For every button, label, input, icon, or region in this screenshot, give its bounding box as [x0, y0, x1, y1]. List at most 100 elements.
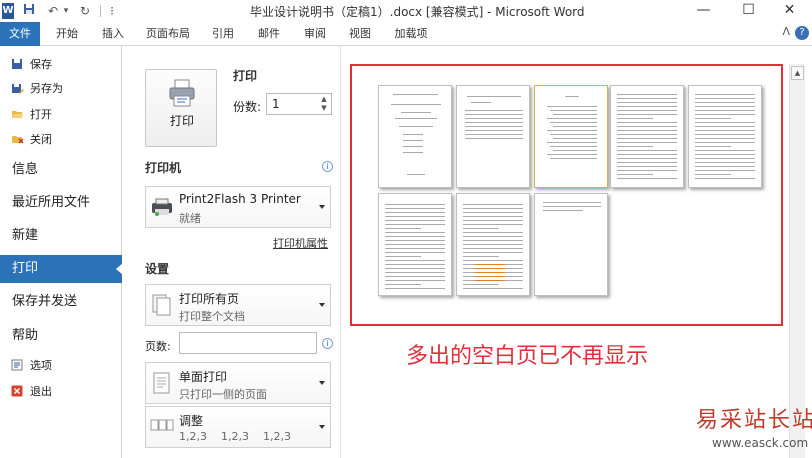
- thumbnail-text-line: [550, 146, 597, 147]
- thumbnail-text-line: [695, 154, 755, 155]
- thumbnail-text-line: [385, 256, 421, 257]
- nav-save-send[interactable]: 保存并发送: [0, 288, 122, 316]
- thumbnail-text-line: [385, 216, 445, 217]
- watermark-logo: 易采站长站 www.easck.com: [676, 402, 812, 458]
- nav-new[interactable]: 新建: [0, 222, 122, 250]
- spin-down-icon[interactable]: ▼: [319, 104, 329, 113]
- save-as-icon: [10, 82, 24, 96]
- print-range-dropdown[interactable]: 打印所有页 打印整个文档: [145, 284, 331, 326]
- pages-info-icon[interactable]: i: [322, 338, 333, 349]
- thumbnail-text-line: [403, 134, 423, 135]
- page-thumbnail[interactable]: [534, 85, 608, 188]
- nav-info[interactable]: 信息: [0, 156, 122, 184]
- page-thumbnail[interactable]: [378, 193, 452, 296]
- tab-review[interactable]: 审阅: [298, 22, 332, 46]
- thumbnail-text-line: [385, 228, 421, 229]
- chevron-down-icon: [319, 381, 325, 385]
- nav-recent[interactable]: 最近所用文件: [0, 189, 122, 217]
- thumbnail-text-line: [385, 224, 445, 225]
- customize-qat-icon[interactable]: ⁝: [103, 2, 121, 20]
- tab-file[interactable]: 文件: [0, 22, 40, 46]
- nav-options[interactable]: 选项: [0, 355, 122, 377]
- page-thumbnail[interactable]: [610, 85, 684, 188]
- thumbnail-text-line: [395, 118, 437, 119]
- thumbnail-text-line: [617, 166, 677, 167]
- print-button[interactable]: 打印: [145, 69, 217, 147]
- sides-sub: 只打印一侧的页面: [179, 388, 267, 401]
- tab-view[interactable]: 视图: [343, 22, 377, 46]
- thumbnail-text-line: [617, 106, 677, 107]
- thumbnail-text-line: [385, 272, 445, 273]
- close-button[interactable]: ✕: [767, 0, 812, 22]
- collate-icon: [150, 419, 174, 431]
- help-icon[interactable]: ?: [795, 26, 809, 40]
- preview-scrollbar[interactable]: ▲: [789, 64, 805, 458]
- word-app-icon[interactable]: W: [2, 3, 14, 19]
- window-title: 毕业设计说明书（定稿1）.docx [兼容模式] - Microsoft Wor…: [250, 5, 585, 19]
- pages-input[interactable]: [179, 332, 317, 354]
- tab-page-layout[interactable]: 页面布局: [142, 22, 194, 46]
- page-thumbnail[interactable]: [456, 193, 530, 296]
- redo-icon[interactable]: ↻: [76, 2, 94, 20]
- thumbnail-text-line: [553, 126, 597, 127]
- minimize-button[interactable]: —: [681, 0, 726, 22]
- pages-icon: [152, 294, 171, 316]
- page-thumbnail[interactable]: [688, 85, 762, 188]
- thumbnail-text-line: [391, 104, 441, 105]
- nav-open[interactable]: 打开: [0, 104, 122, 126]
- thumbnail-text-line: [385, 204, 445, 205]
- undo-dropdown-icon[interactable]: ▾: [62, 2, 70, 20]
- maximize-button[interactable]: ☐: [726, 0, 771, 22]
- collapse-ribbon-icon[interactable]: ᐱ: [782, 25, 790, 38]
- print-settings-panel: 打印 打印 份数: 1 ▲ ▼ 打印机 i Print2Flash 3 Prin…: [123, 46, 341, 458]
- printer-info-icon[interactable]: i: [322, 161, 333, 172]
- copies-value: 1: [272, 97, 280, 111]
- thumbnail-text-line: [547, 106, 597, 107]
- page-thumbnail[interactable]: [456, 85, 530, 188]
- undo-icon[interactable]: ↶: [44, 2, 62, 20]
- page-thumbnail[interactable]: [534, 193, 608, 296]
- chevron-down-icon: [319, 205, 325, 209]
- save-icon[interactable]: [20, 2, 38, 20]
- thumbnail-text-line: [465, 118, 523, 119]
- printer-icon: [169, 79, 195, 107]
- thumbnail-text-line: [463, 244, 523, 245]
- printer-properties-link[interactable]: 打印机属性: [273, 235, 328, 251]
- nav-help[interactable]: 帮助: [0, 322, 122, 350]
- copies-stepper[interactable]: 1 ▲ ▼: [266, 93, 332, 115]
- thumbnail-text-line: [547, 154, 597, 155]
- thumbnail-text-line: [617, 126, 677, 127]
- thumbnail-text-line: [385, 232, 445, 233]
- thumbnail-text-line: [695, 162, 755, 163]
- nav-close[interactable]: 关闭: [0, 129, 122, 151]
- spin-up-icon[interactable]: ▲: [319, 95, 329, 104]
- thumbnail-text-line: [385, 268, 445, 269]
- close-folder-icon: [10, 133, 24, 147]
- thumbnail-text-line: [617, 142, 677, 143]
- thumbnail-text-line: [565, 96, 579, 97]
- nav-exit[interactable]: 退出: [0, 381, 122, 403]
- page-thumbnail[interactable]: [378, 85, 452, 188]
- printer-dropdown[interactable]: Print2Flash 3 Printer 就绪: [145, 186, 331, 228]
- nav-save-as[interactable]: 另存为: [0, 78, 122, 100]
- thumbnail-text-line: [475, 268, 505, 269]
- tab-references[interactable]: 引用: [206, 22, 240, 46]
- thumbnail-text-line: [695, 142, 755, 143]
- tab-mailings[interactable]: 邮件: [252, 22, 286, 46]
- printer-device-icon: [152, 198, 172, 216]
- nav-save[interactable]: 保存: [0, 54, 122, 76]
- tab-addins[interactable]: 加载项: [389, 22, 433, 46]
- copies-spin: ▲ ▼: [319, 95, 329, 113]
- thumbnail-text-line: [463, 236, 523, 237]
- scroll-up-icon[interactable]: ▲: [791, 66, 804, 80]
- tab-insert[interactable]: 插入: [96, 22, 130, 46]
- thumbnail-text-line: [403, 152, 423, 153]
- tab-home[interactable]: 开始: [50, 22, 84, 46]
- nav-print[interactable]: 打印: [0, 255, 123, 283]
- thumbnail-text-line: [385, 260, 445, 261]
- thumbnail-text-line: [617, 150, 677, 151]
- watermark-title: 易采站长站: [696, 408, 812, 433]
- sides-dropdown[interactable]: 单面打印 只打印一侧的页面: [145, 362, 331, 404]
- collate-main: 调整: [179, 414, 204, 428]
- collate-dropdown[interactable]: 调整 1,2,3 1,2,3 1,2,3: [145, 406, 331, 448]
